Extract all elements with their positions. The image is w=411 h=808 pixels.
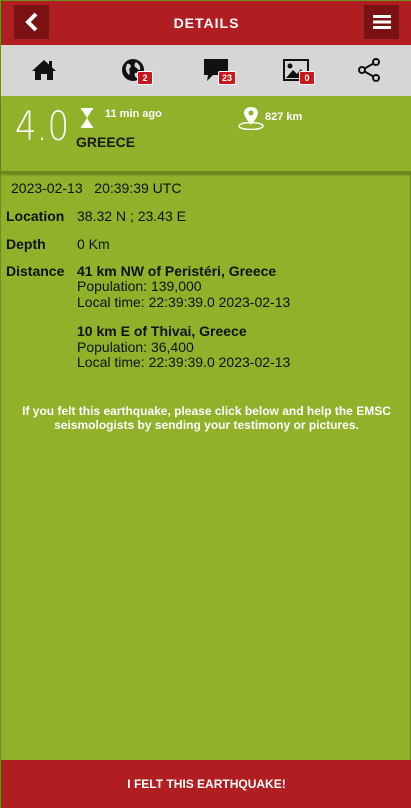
felt-prompt-text: If you felt this earthquake, please clic… (22, 404, 391, 432)
pictures-count-badge: 0 (299, 71, 315, 85)
place-local-time: Local time: 22:39:39.0 2023-02-13 (77, 354, 291, 370)
distance-label: Distance (6, 263, 65, 279)
quake-summary: 4.0 11 min ago GREECE 827 km (1, 96, 411, 173)
place-name: 41 km NW of Peristéri, Greece (77, 263, 277, 279)
location-value: 38.32 N ; 23.43 E (77, 208, 186, 224)
menu-button[interactable] (364, 5, 399, 39)
share-icon (358, 58, 380, 82)
map-count-badge: 2 (137, 71, 153, 85)
depth-label: Depth (6, 236, 46, 252)
place-population: Population: 139,000 (77, 278, 202, 294)
comments-button[interactable]: 23 (193, 53, 239, 87)
place-name: 10 km E of Thivai, Greece (77, 323, 247, 339)
date-time: 2023-02-13 20:39:39 UTC (11, 180, 182, 196)
top-bar: DETAILS (1, 1, 411, 45)
page-title: DETAILS (173, 15, 240, 31)
location-label: Location (6, 208, 65, 224)
location-pin-icon (238, 107, 264, 130)
share-button[interactable] (355, 53, 383, 87)
comments-count-badge: 23 (218, 71, 237, 85)
back-button[interactable] (14, 5, 49, 39)
home-button[interactable] (29, 53, 59, 87)
time-ago: 11 min ago (105, 108, 162, 120)
map-button[interactable]: 2 (113, 53, 153, 87)
hamburger-menu-icon (372, 15, 391, 29)
chevron-left-icon (24, 12, 37, 32)
hourglass-icon (81, 108, 93, 128)
magnitude: 4.0 (15, 104, 70, 150)
depth-value: 0 Km (77, 236, 110, 252)
felt-earthquake-button[interactable]: I FELT THIS EARTHQUAKE! (1, 760, 411, 808)
place-population: Population: 36,400 (77, 339, 194, 355)
app-root: DETAILS 2 23 0 4.0 11 min ago GREECE 827… (0, 0, 411, 808)
region-name: GREECE (76, 134, 136, 150)
place-local-time: Local time: 22:39:39.0 2023-02-13 (77, 294, 291, 310)
icon-toolbar: 2 23 0 (1, 45, 411, 96)
distance-from-user: 827 km (265, 111, 303, 123)
pictures-button[interactable]: 0 (274, 53, 318, 87)
home-icon (32, 60, 56, 80)
